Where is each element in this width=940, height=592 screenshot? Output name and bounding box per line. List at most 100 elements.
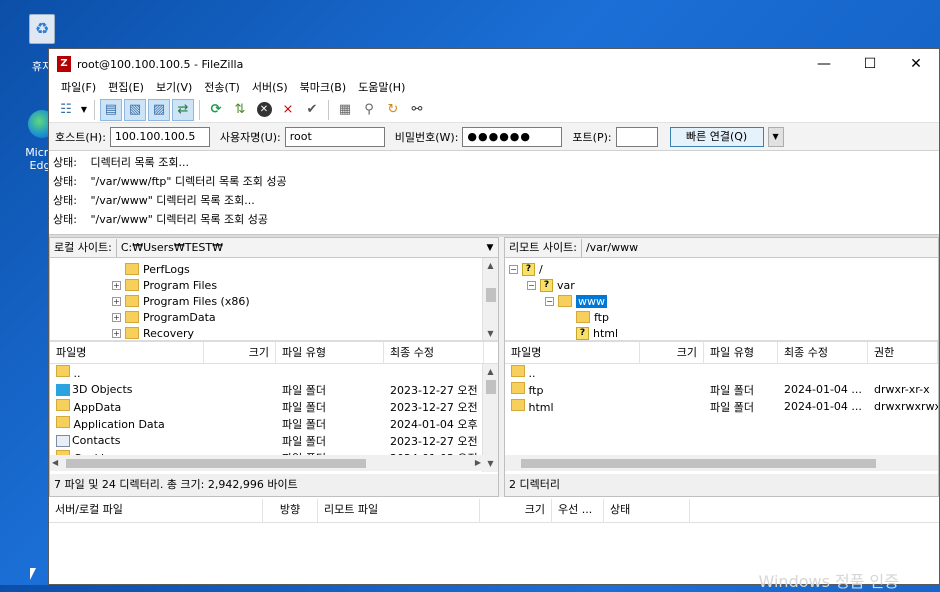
- col-filename[interactable]: 파일명: [505, 342, 640, 363]
- local-site-label: 로컬 사이트:: [50, 238, 117, 257]
- title-bar[interactable]: Z root@100.100.100.5 - FileZilla — ☐ ✕: [49, 49, 939, 79]
- col-size[interactable]: 크기: [640, 342, 704, 363]
- local-tree: PerfLogs + Program Files + Program Files (…: [50, 258, 498, 342]
- sync-browse-icon[interactable]: ↻: [382, 99, 404, 121]
- toggle-queue-icon[interactable]: ⇄: [172, 98, 194, 121]
- list-item[interactable]: ftp 파일 폴더 2024-01-04 ... drwxr-xr-x: [505, 381, 938, 398]
- tree-item[interactable]: ? html: [576, 325, 618, 340]
- minimize-button[interactable]: —: [801, 49, 847, 79]
- host-input[interactable]: [109, 126, 210, 147]
- directory-filter-icon[interactable]: ▦: [334, 99, 356, 121]
- quickconnect-dropdown-icon[interactable]: ▼: [767, 126, 784, 147]
- expand-icon[interactable]: +: [112, 296, 121, 306]
- col-size[interactable]: 크기: [204, 342, 276, 363]
- col-permissions[interactable]: 권한: [868, 342, 938, 363]
- col-modified[interactable]: 최종 수정: [778, 342, 868, 363]
- collapse-icon[interactable]: −: [527, 280, 536, 290]
- menu-help[interactable]: 도움말(H): [352, 79, 411, 97]
- password-input[interactable]: [462, 126, 563, 147]
- site-manager-dropdown-icon[interactable]: ▼: [79, 99, 89, 121]
- col-filetype[interactable]: 파일 유형: [704, 342, 778, 363]
- col-priority[interactable]: 우선 ...: [552, 499, 604, 522]
- local-file-header: 파일명 크기 파일 유형 최종 수정: [50, 342, 498, 364]
- message-log: 상태: 디렉터리 목록 조회... 상태: "/var/www/ftp" 디렉터…: [49, 151, 939, 235]
- folder-icon: [125, 327, 139, 339]
- reconnect-icon[interactable]: ✔: [301, 99, 323, 121]
- list-item[interactable]: ..: [50, 364, 498, 381]
- folder-icon: [576, 311, 590, 323]
- folder-icon: [511, 399, 525, 411]
- menu-bookmarks[interactable]: 북마크(B): [294, 79, 353, 97]
- list-item[interactable]: html 파일 폴더 2024-01-04 ... drwxrwxrwx: [505, 398, 938, 415]
- collapse-icon[interactable]: −: [509, 264, 518, 274]
- cancel-icon[interactable]: ✕: [253, 99, 275, 121]
- mouse-cursor-icon: [30, 568, 36, 580]
- local-list-hscrollbar[interactable]: ◀ ▶: [50, 455, 483, 471]
- close-button[interactable]: ✕: [893, 49, 939, 79]
- menu-edit[interactable]: 편집(E): [102, 79, 150, 97]
- expand-icon[interactable]: +: [112, 280, 121, 290]
- list-item[interactable]: AppData 파일 폴더 2023-12-27 오전 ...: [50, 398, 498, 415]
- expand-icon[interactable]: +: [112, 312, 121, 322]
- unknown-folder-icon: ?: [540, 278, 553, 292]
- refresh-icon[interactable]: ⟳: [205, 99, 227, 121]
- list-item[interactable]: 3D Objects 파일 폴더 2023-12-27 오전 ...: [50, 381, 498, 398]
- local-list-vscrollbar[interactable]: ▲ ▼: [482, 364, 498, 472]
- toggle-log-icon[interactable]: ▤: [100, 98, 122, 121]
- local-site-bar: 로컬 사이트: C:₩Users₩TEST₩ ▼: [50, 238, 498, 258]
- port-input[interactable]: [615, 126, 658, 147]
- folder-icon: [56, 416, 70, 428]
- remote-list-hscrollbar[interactable]: [505, 455, 938, 471]
- collapse-icon[interactable]: −: [545, 296, 554, 306]
- tree-item[interactable]: − www: [545, 293, 607, 309]
- username-input[interactable]: [284, 126, 385, 147]
- col-size[interactable]: 크기: [480, 499, 552, 522]
- log-line: 상태: 디렉터리 목록 조회...: [53, 156, 189, 169]
- maximize-button[interactable]: ☐: [847, 49, 893, 79]
- remote-status-text: 2 디렉터리: [509, 478, 560, 491]
- quickconnect-button[interactable]: 빠른 연결(Q): [669, 126, 764, 147]
- col-remote-file[interactable]: 리모트 파일: [318, 499, 480, 522]
- tree-item[interactable]: + Recovery: [112, 325, 194, 340]
- menu-transfer[interactable]: 전송(T): [198, 79, 246, 97]
- tree-item[interactable]: + Program Files (x86): [112, 293, 250, 309]
- toggle-local-tree-icon[interactable]: ▧: [124, 98, 146, 121]
- col-direction[interactable]: 방향: [263, 499, 318, 522]
- remote-path-input[interactable]: /var/www: [582, 241, 938, 254]
- disconnect-icon[interactable]: ⨯: [277, 99, 299, 121]
- local-path-input[interactable]: C:₩Users₩TEST₩: [117, 241, 482, 254]
- site-manager-icon[interactable]: ☷: [55, 99, 77, 121]
- expand-icon[interactable]: +: [112, 328, 121, 338]
- host-label: 호스트(H):: [55, 130, 106, 144]
- list-item[interactable]: ..: [505, 364, 938, 381]
- menu-view[interactable]: 보기(V): [150, 79, 198, 97]
- tree-item[interactable]: + Program Files: [112, 277, 217, 293]
- local-tree-scrollbar[interactable]: ▲ ▼: [482, 258, 498, 340]
- col-status[interactable]: 상태: [604, 499, 690, 522]
- recycle-bin-icon: ♻: [29, 14, 55, 44]
- col-filename[interactable]: 파일명: [50, 342, 204, 363]
- folder-icon: [511, 382, 525, 394]
- local-path-dropdown-icon[interactable]: ▼: [482, 243, 498, 253]
- col-filetype[interactable]: 파일 유형: [276, 342, 384, 363]
- list-item[interactable]: Contacts 파일 폴더 2023-12-27 오전 ...: [50, 432, 498, 449]
- menu-file[interactable]: 파일(F): [55, 79, 102, 97]
- compare-icon[interactable]: ⚲: [358, 99, 380, 121]
- folder-icon: [558, 295, 572, 307]
- tree-item[interactable]: −? /: [509, 261, 543, 277]
- toggle-remote-tree-icon[interactable]: ▨: [148, 98, 170, 121]
- search-icon[interactable]: ⚯: [406, 99, 428, 121]
- tree-item[interactable]: ftp: [576, 309, 609, 325]
- list-item[interactable]: Application Data 파일 폴더 2024-01-04 오후 ...: [50, 415, 498, 432]
- process-queue-icon[interactable]: ⇅: [229, 99, 251, 121]
- quickconnect-bar: 호스트(H): 사용자명(U): 비밀번호(W): 포트(P): 빠른 연결(Q…: [49, 123, 939, 151]
- tree-item[interactable]: PerfLogs: [112, 261, 190, 277]
- local-status-text: 7 파일 및 24 디렉터리. 총 크기: 2,942,996 바이트: [54, 478, 298, 491]
- col-modified[interactable]: 최종 수정: [384, 342, 484, 363]
- remote-file-header: 파일명 크기 파일 유형 최종 수정 권한: [505, 342, 938, 364]
- tree-item[interactable]: + ProgramData: [112, 309, 216, 325]
- tree-item[interactable]: −? var: [527, 277, 575, 293]
- local-status-bar: 7 파일 및 24 디렉터리. 총 크기: 2,942,996 바이트: [50, 474, 498, 496]
- menu-server[interactable]: 서버(S): [246, 79, 294, 97]
- col-server-local-file[interactable]: 서버/로컬 파일: [49, 499, 263, 522]
